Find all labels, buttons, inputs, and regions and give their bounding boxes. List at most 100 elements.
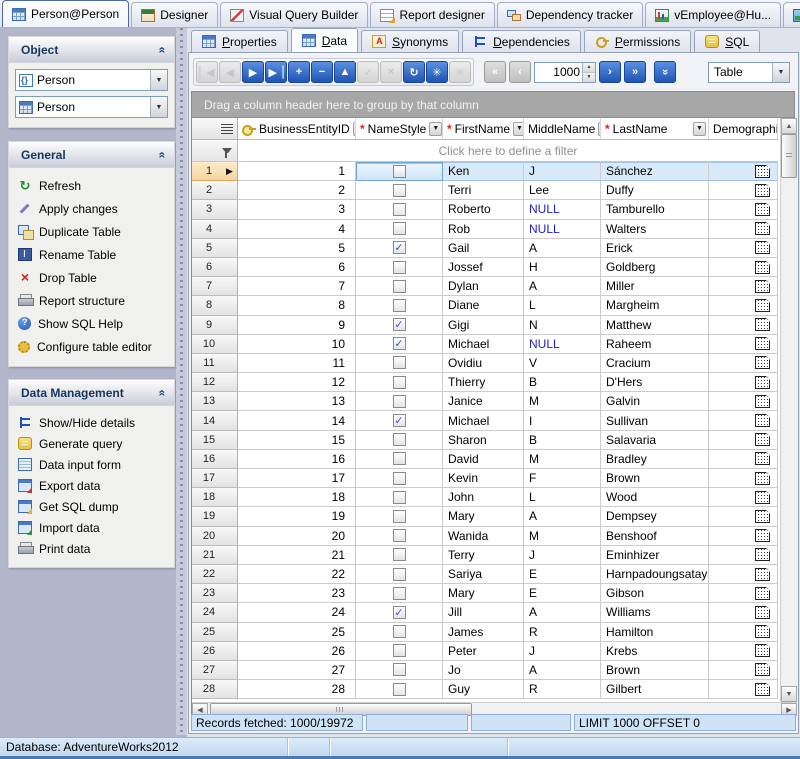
cell-lastname[interactable]: Raheem [601,335,709,354]
cell-demographics[interactable] [709,488,778,507]
cell-demographics[interactable] [709,411,778,430]
cell-businessentityid[interactable]: 28 [238,680,356,699]
cell-firstname[interactable]: Sharon [443,431,524,450]
cell-middlename[interactable]: E [524,565,601,584]
table-row[interactable]: 2323MaryEGibson [192,584,778,603]
sidebar-item-show-sql-help[interactable]: Show SQL Help [15,312,168,335]
document-tab-vemployee-hu-[interactable]: vEmployee@Hu... [645,2,781,27]
cell-middlename[interactable]: J [524,546,601,565]
last-record-button[interactable]: ▶ [265,61,287,83]
cell-demographics[interactable] [709,584,778,603]
chevron-down-icon[interactable]: ▼ [150,70,167,90]
row-header[interactable]: 6 [192,258,238,277]
cell-demographics[interactable] [709,316,778,335]
schema-combo[interactable]: Person ▼ [15,69,168,91]
column-header-lastname[interactable]: *LastName▼ [601,118,709,139]
cell-firstname[interactable]: Michael [443,411,524,430]
edit-record-button[interactable]: ▲ [334,61,356,83]
cell-businessentityid[interactable]: 26 [238,642,356,661]
sidebar-item-rename-table[interactable]: Rename Table [15,243,168,266]
cell-businessentityid[interactable]: 2 [238,181,356,200]
memo-icon[interactable] [755,222,770,235]
cell-middlename[interactable]: A [524,239,601,258]
cell-demographics[interactable] [709,431,778,450]
cell-firstname[interactable]: Sariya [443,565,524,584]
memo-icon[interactable] [755,587,770,600]
cell-firstname[interactable]: Jossef [443,258,524,277]
cell-businessentityid[interactable]: 4 [238,220,356,239]
cell-lastname[interactable]: Galvin [601,392,709,411]
object-panel-header[interactable]: Object « [9,37,174,63]
sidebar-item-export-data[interactable]: Export data [15,475,168,496]
cell-middlename[interactable]: A [524,603,601,622]
cell-businessentityid[interactable]: 27 [238,661,356,680]
editor-tab-sql[interactable]: SQL [694,30,760,52]
cell-businessentityid[interactable]: 12 [238,373,356,392]
memo-icon[interactable] [755,510,770,523]
last-page-button[interactable]: » [624,61,646,83]
table-row[interactable]: 1616DavidMBradley [192,450,778,469]
document-tab-report-designer[interactable]: Report designer [370,2,494,27]
cell-businessentityid[interactable]: 23 [238,584,356,603]
grid-corner-cell[interactable] [192,118,238,139]
table-row[interactable]: 1919MaryADempsey [192,507,778,526]
cell-middlename[interactable]: A [524,277,601,296]
table-row[interactable]: 2020WanidaMBenshoof [192,527,778,546]
cell-namestyle[interactable] [356,277,443,296]
cell-middlename[interactable]: L [524,296,601,315]
data-management-panel-header[interactable]: Data Management « [9,380,174,406]
cell-businessentityid[interactable]: 7 [238,277,356,296]
cell-firstname[interactable]: James [443,623,524,642]
table-combo[interactable]: Person ▼ [15,96,168,118]
sidebar-item-configure-table-editor[interactable]: Configure table editor [15,335,168,358]
cell-lastname[interactable]: Brown [601,469,709,488]
grid-filter-row[interactable]: Click here to define a filter [192,140,778,162]
table-row[interactable]: 33RobertoNULLTamburello [192,200,778,219]
insert-record-button[interactable]: + [288,61,310,83]
cell-businessentityid[interactable]: 11 [238,354,356,373]
memo-icon[interactable] [755,625,770,638]
checkbox[interactable] [393,165,406,178]
cell-demographics[interactable] [709,239,778,258]
cell-demographics[interactable] [709,680,778,699]
row-header[interactable]: 10 [192,335,238,354]
cell-demographics[interactable] [709,335,778,354]
checkbox[interactable] [393,683,406,696]
cell-demographics[interactable] [709,565,778,584]
table-row[interactable]: 2626PeterJKrebs [192,642,778,661]
column-filter-dropdown-icon[interactable]: ▼ [693,122,706,136]
cell-middlename[interactable]: A [524,661,601,680]
sidebar-item-generate-query[interactable]: Generate query [15,433,168,454]
checkbox[interactable] [393,568,406,581]
editor-tab-data[interactable]: Data [291,28,358,52]
cell-middlename[interactable]: B [524,431,601,450]
chevron-down-icon[interactable]: ▼ [772,63,789,82]
table-row[interactable]: 2222SariyaEHarnpadoungsataya [192,565,778,584]
checkbox[interactable] [393,299,406,312]
cell-demographics[interactable] [709,527,778,546]
cell-lastname[interactable]: Matthew [601,316,709,335]
row-header[interactable]: 16 [192,450,238,469]
row-header[interactable]: 24 [192,603,238,622]
editor-tab-dependencies[interactable]: Dependencies [462,30,581,52]
row-header[interactable]: 27 [192,661,238,680]
checkbox[interactable]: ✓ [393,337,406,350]
cell-businessentityid[interactable]: 3 [238,200,356,219]
memo-icon[interactable] [755,395,770,408]
group-by-band[interactable]: Drag a column header here to group by th… [192,92,794,118]
cell-demographics[interactable] [709,661,778,680]
row-header[interactable]: 11 [192,354,238,373]
cell-demographics[interactable] [709,642,778,661]
cell-namestyle[interactable] [356,584,443,603]
cell-demographics[interactable] [709,354,778,373]
checkbox[interactable] [393,625,406,638]
cell-lastname[interactable]: Duffy [601,181,709,200]
cell-middlename[interactable]: H [524,258,601,277]
cell-demographics[interactable] [709,546,778,565]
cell-namestyle[interactable]: ✓ [356,411,443,430]
memo-icon[interactable] [755,337,770,350]
cell-middlename[interactable]: A [524,507,601,526]
cell-lastname[interactable]: Brown [601,661,709,680]
sidebar-item-report-structure[interactable]: Report structure [15,289,168,312]
cell-businessentityid[interactable]: 6 [238,258,356,277]
